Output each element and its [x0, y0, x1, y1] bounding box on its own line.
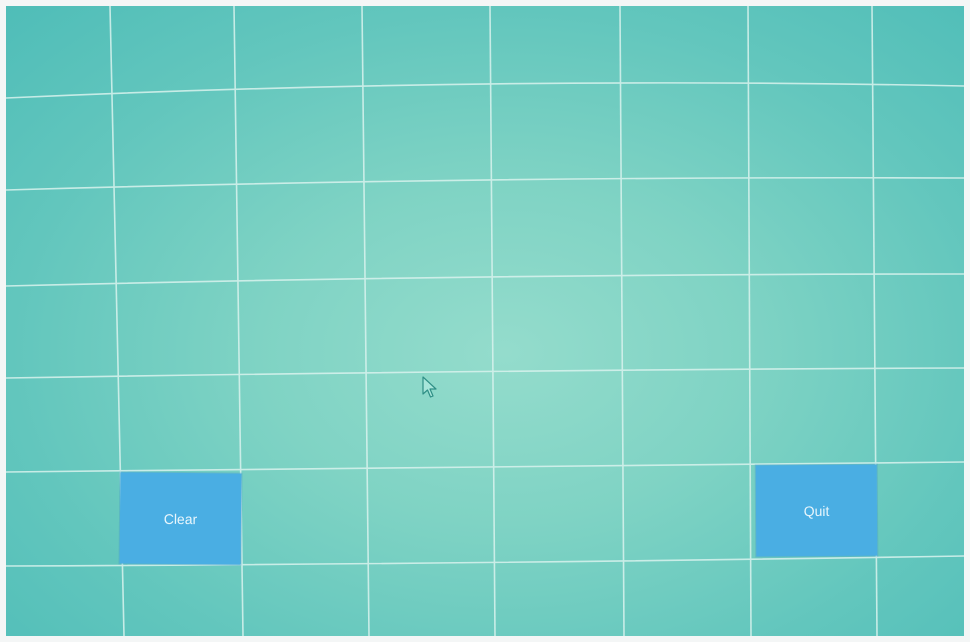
arrow-pointer-icon: [422, 376, 437, 398]
grid-line-vertical: [747, 6, 752, 636]
grid-line-vertical: [361, 6, 370, 636]
grid-line-horizontal: [6, 273, 964, 287]
grid-line-vertical: [489, 6, 496, 636]
grid-line-vertical: [619, 6, 625, 636]
clear-button-label: Clear: [163, 510, 198, 527]
grid-line-horizontal: [6, 367, 964, 379]
grid-line-horizontal: [6, 82, 964, 99]
display-screen: Clear Quit: [6, 6, 964, 636]
quit-button[interactable]: Quit: [755, 464, 878, 557]
grid-line-horizontal: [6, 176, 964, 191]
quit-button-label: Quit: [803, 502, 830, 519]
clear-button[interactable]: Clear: [119, 472, 242, 565]
